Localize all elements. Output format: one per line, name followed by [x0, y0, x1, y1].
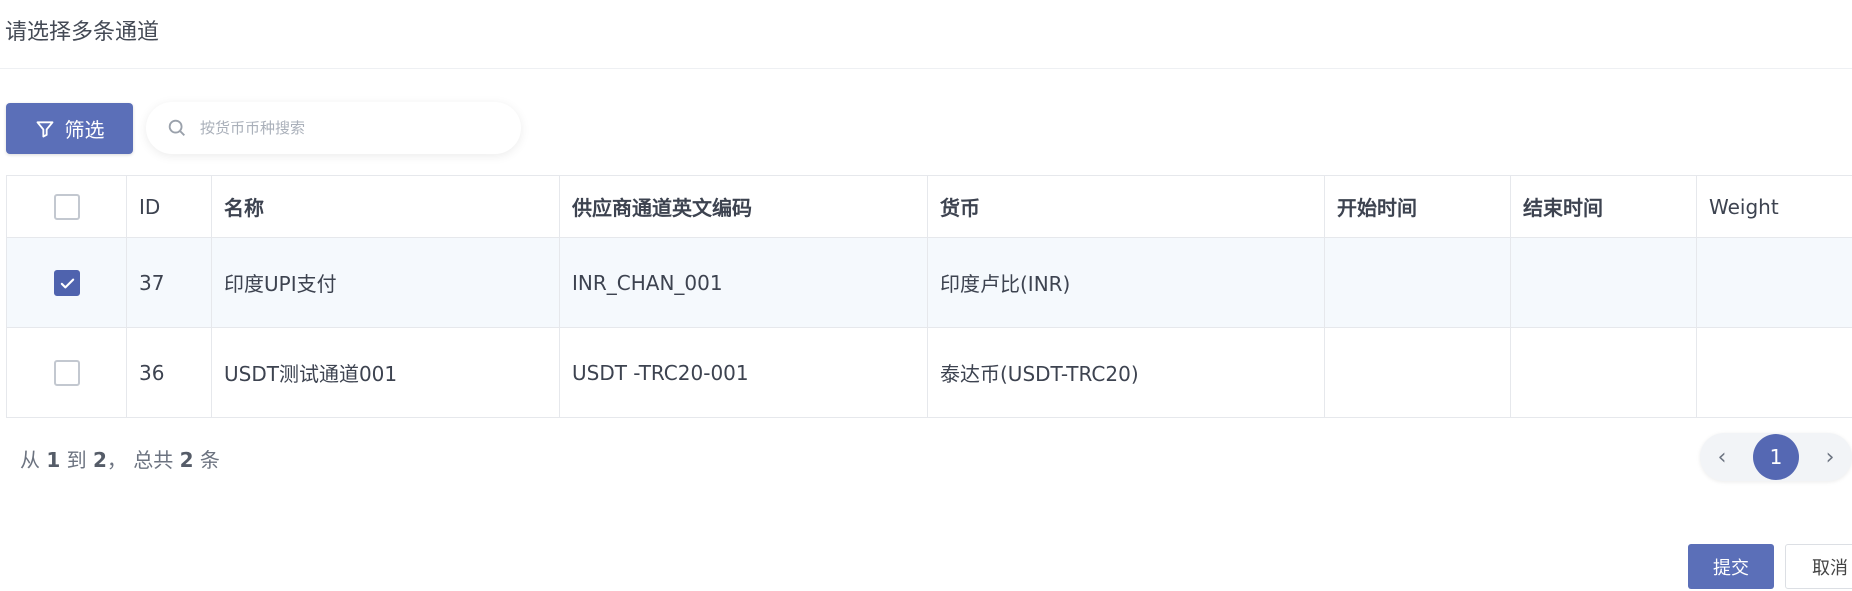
- select-all-checkbox[interactable]: [53, 193, 80, 220]
- row-checkbox[interactable]: [53, 269, 80, 296]
- column-header-currency[interactable]: 货币: [927, 175, 1325, 238]
- cell-currency: 印度卢比(INR): [927, 237, 1325, 328]
- summary-suffix: 条: [199, 448, 220, 472]
- row-checkbox-cell: [6, 327, 127, 418]
- pagination-summary: 从 1 到 2， 总共 2 条: [20, 444, 220, 473]
- search-box[interactable]: [146, 102, 521, 154]
- cancel-button[interactable]: 取消: [1785, 544, 1852, 589]
- filter-button-label: 筛选: [64, 118, 105, 142]
- submit-button[interactable]: 提交: [1688, 544, 1774, 589]
- select-all-cell: [6, 175, 127, 238]
- cell-weight: [1696, 237, 1852, 328]
- cell-start-time: [1324, 237, 1511, 328]
- search-input[interactable]: [200, 119, 500, 137]
- cell-code: INR_CHAN_001: [559, 237, 928, 328]
- select-channels-dialog: 请选择多条通道 筛选 ID 名称 供应商通道英文编码 货币: [0, 0, 1852, 591]
- page-button-current[interactable]: 1: [1753, 434, 1799, 480]
- column-header-weight[interactable]: Weight: [1696, 175, 1852, 238]
- cell-id: 36: [126, 327, 212, 418]
- cell-name: USDT测试通道001: [211, 327, 560, 418]
- pagination: ‹ 1 ›: [1700, 433, 1852, 481]
- cell-currency: 泰达币(USDT-TRC20): [927, 327, 1325, 418]
- summary-total: 2: [179, 448, 194, 472]
- table-header-row: ID 名称 供应商通道英文编码 货币 开始时间 结束时间 Weight: [6, 175, 1852, 238]
- column-header-end-time[interactable]: 结束时间: [1510, 175, 1697, 238]
- row-checkbox[interactable]: [53, 359, 80, 386]
- cell-code: USDT -TRC20-001: [559, 327, 928, 418]
- column-header-start-time[interactable]: 开始时间: [1324, 175, 1511, 238]
- chevron-left-icon[interactable]: ‹: [1712, 445, 1732, 470]
- filter-icon: [36, 120, 53, 137]
- cell-start-time: [1324, 327, 1511, 418]
- cell-end-time: [1510, 327, 1697, 418]
- summary-to-label: 到: [66, 448, 87, 472]
- column-header-name[interactable]: 名称: [211, 175, 560, 238]
- header-divider: [0, 68, 1852, 69]
- filter-button[interactable]: 筛选: [6, 103, 133, 154]
- channels-table: ID 名称 供应商通道英文编码 货币 开始时间 结束时间 Weight 37 印…: [6, 175, 1852, 418]
- table-row[interactable]: 37 印度UPI支付 INR_CHAN_001 印度卢比(INR): [6, 237, 1852, 328]
- table-row[interactable]: 36 USDT测试通道001 USDT -TRC20-001 泰达币(USDT-…: [6, 327, 1852, 418]
- summary-total-label: ， 总共: [106, 448, 174, 472]
- summary-to: 2: [93, 448, 107, 472]
- summary-prefix: 从: [20, 448, 40, 472]
- search-icon: [168, 119, 185, 136]
- cell-end-time: [1510, 237, 1697, 328]
- checkmark-icon: [60, 278, 74, 289]
- row-checkbox-cell: [6, 237, 127, 328]
- cell-name: 印度UPI支付: [211, 237, 560, 328]
- cell-id: 37: [126, 237, 212, 328]
- dialog-title: 请选择多条通道: [5, 20, 160, 45]
- cell-weight: [1696, 327, 1852, 418]
- column-header-code[interactable]: 供应商通道英文编码: [559, 175, 928, 238]
- column-header-id[interactable]: ID: [126, 175, 212, 238]
- chevron-right-icon[interactable]: ›: [1820, 445, 1840, 470]
- summary-from: 1: [46, 448, 61, 472]
